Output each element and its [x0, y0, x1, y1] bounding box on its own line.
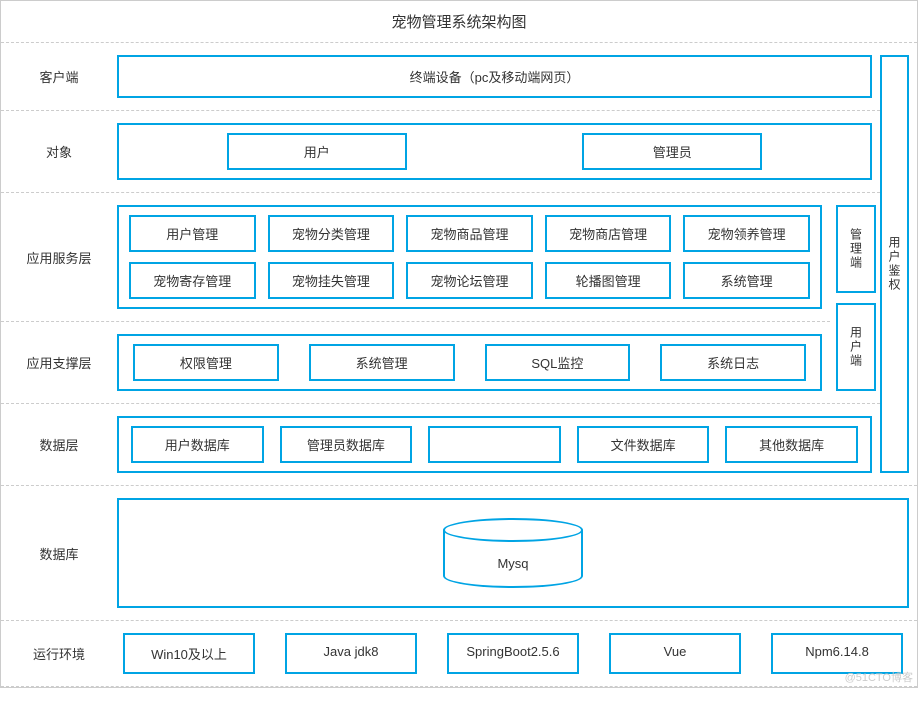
svc-pet-category: 宠物分类管理: [268, 215, 395, 252]
support-log: 系统日志: [660, 344, 806, 381]
admin-side-box: 管理端: [836, 205, 876, 293]
mid-group: 应用服务层 用户管理 宠物分类管理 宠物商品管理 宠物商店管理 宠物领养管理: [1, 193, 880, 404]
user-side-box: 用户端: [836, 303, 876, 391]
support-permission: 权限管理: [133, 344, 279, 381]
svc-pet-adopt: 宠物领养管理: [683, 215, 810, 252]
db-user: 用户数据库: [131, 426, 264, 463]
database-container: Mysq: [117, 498, 909, 608]
row-object: 对象 用户 管理员: [1, 111, 880, 193]
env-vue: Vue: [609, 633, 741, 674]
client-content: 终端设备（pc及移动端网页）: [117, 55, 872, 98]
db-other: 其他数据库: [725, 426, 858, 463]
label-object: 对象: [9, 123, 109, 180]
app-service-row2: 宠物寄存管理 宠物挂失管理 宠物论坛管理 轮播图管理 系统管理: [129, 262, 810, 299]
env-npm: Npm6.14.8: [771, 633, 903, 674]
object-content: 用户 管理员: [117, 123, 872, 180]
upper-left-rows: 客户端 终端设备（pc及移动端网页） 对象 用户 管理员: [1, 43, 880, 485]
svc-user-mgmt: 用户管理: [129, 215, 256, 252]
db-file: 文件数据库: [577, 426, 710, 463]
app-service-content: 用户管理 宠物分类管理 宠物商品管理 宠物商店管理 宠物领养管理 宠物寄存管理 …: [117, 205, 822, 309]
mid-rail: 管理端 用户端: [836, 193, 880, 403]
svc-system: 系统管理: [683, 262, 810, 299]
row-app-support: 应用支撑层 权限管理 系统管理 SQL监控 系统日志: [1, 322, 830, 403]
row-data-layer: 数据层 用户数据库 管理员数据库 文件数据库 其他数据库: [1, 404, 880, 485]
db-admin: 管理员数据库: [280, 426, 413, 463]
svc-pet-forum: 宠物论坛管理: [406, 262, 533, 299]
auth-rail: 用户鉴权: [880, 43, 917, 485]
support-sql: SQL监控: [485, 344, 631, 381]
label-database: 数据库: [9, 498, 109, 608]
db-empty: [428, 426, 561, 463]
row-runtime: 运行环境 Win10及以上 Java jdk8 SpringBoot2.5.6 …: [1, 621, 917, 687]
env-win10: Win10及以上: [123, 633, 255, 674]
app-service-container: 用户管理 宠物分类管理 宠物商品管理 宠物商店管理 宠物领养管理 宠物寄存管理 …: [117, 205, 822, 309]
label-runtime: 运行环境: [9, 633, 109, 674]
database-content: Mysq: [117, 498, 909, 608]
app-support-container: 权限管理 系统管理 SQL监控 系统日志: [117, 334, 822, 391]
database-cylinder-icon: Mysq: [443, 518, 583, 588]
svc-pet-deposit: 宠物寄存管理: [129, 262, 256, 299]
app-service-row1: 用户管理 宠物分类管理 宠物商品管理 宠物商店管理 宠物领养管理: [129, 215, 810, 252]
svc-pet-lost: 宠物挂失管理: [268, 262, 395, 299]
mid-rows: 应用服务层 用户管理 宠物分类管理 宠物商品管理 宠物商店管理 宠物领养管理: [1, 193, 830, 403]
terminal-box: 终端设备（pc及移动端网页）: [117, 55, 872, 98]
runtime-content: Win10及以上 Java jdk8 SpringBoot2.5.6 Vue N…: [117, 633, 909, 674]
svc-pet-goods: 宠物商品管理: [406, 215, 533, 252]
env-springboot: SpringBoot2.5.6: [447, 633, 579, 674]
cylinder-wrap: Mysq: [119, 504, 907, 602]
svc-carousel: 轮播图管理: [545, 262, 672, 299]
svc-pet-shop: 宠物商店管理: [545, 215, 672, 252]
row-app-service: 应用服务层 用户管理 宠物分类管理 宠物商品管理 宠物商店管理 宠物领养管理: [1, 193, 830, 322]
row-database: 数据库 Mysq: [1, 485, 917, 621]
data-layer-container: 用户数据库 管理员数据库 文件数据库 其他数据库: [117, 416, 872, 473]
env-jdk: Java jdk8: [285, 633, 417, 674]
support-system: 系统管理: [309, 344, 455, 381]
diagram-title: 宠物管理系统架构图: [1, 1, 917, 43]
auth-box: 用户鉴权: [880, 55, 909, 473]
runtime-container: Win10及以上 Java jdk8 SpringBoot2.5.6 Vue N…: [117, 633, 909, 674]
label-app-service: 应用服务层: [9, 205, 109, 309]
data-layer-content: 用户数据库 管理员数据库 文件数据库 其他数据库: [117, 416, 872, 473]
upper-section: 客户端 终端设备（pc及移动端网页） 对象 用户 管理员: [1, 43, 917, 485]
object-user: 用户: [227, 133, 407, 170]
object-admin: 管理员: [582, 133, 762, 170]
architecture-diagram: 宠物管理系统架构图 客户端 终端设备（pc及移动端网页） 对象 用户 管理员: [0, 0, 918, 688]
object-container: 用户 管理员: [117, 123, 872, 180]
row-client: 客户端 终端设备（pc及移动端网页）: [1, 43, 880, 111]
label-data-layer: 数据层: [9, 416, 109, 473]
label-app-support: 应用支撑层: [9, 334, 109, 391]
label-client: 客户端: [9, 55, 109, 98]
app-support-content: 权限管理 系统管理 SQL监控 系统日志: [117, 334, 822, 391]
